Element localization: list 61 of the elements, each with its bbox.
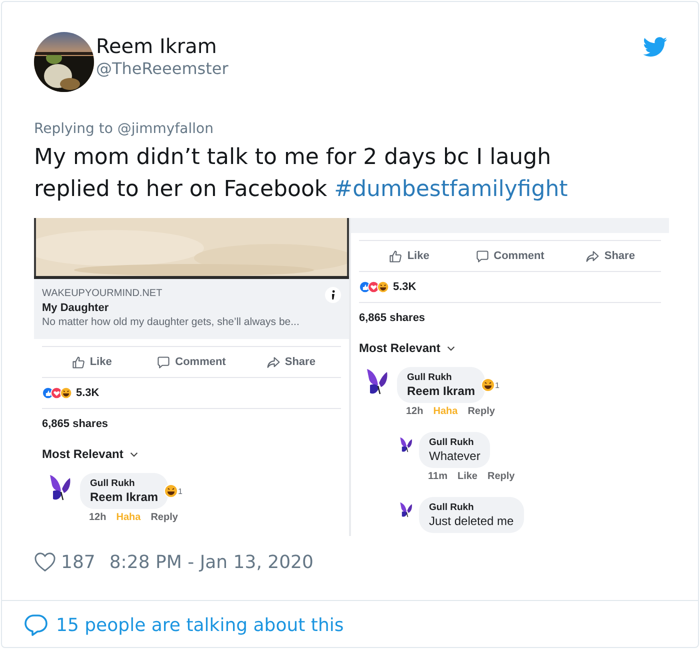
preview-domain: WAKEUPYOURMIND.NET [42, 287, 164, 301]
reaction-count: 5.3K [76, 387, 100, 399]
reply-link[interactable]: Reply [468, 406, 495, 417]
conversation-link[interactable]: 15 people are talking about this [56, 614, 344, 636]
sort-dropdown[interactable]: Most Relevant [359, 333, 456, 363]
comment-time: 12h [89, 512, 106, 523]
thumbs-up-icon [72, 356, 85, 368]
hashtag-link[interactable]: #dumbestfamilyfight [334, 177, 568, 202]
reply-link[interactable]: Reply [487, 471, 515, 482]
preview-title: My Daughter [42, 301, 110, 315]
comment-text: Just deleted me [429, 514, 514, 528]
laughing-emoji-icon [481, 378, 496, 392]
replying-to: Replying to @jimmyfallon [34, 120, 214, 138]
comment-reaction-count: 1 [495, 380, 500, 390]
action-button[interactable]: Comment [142, 347, 242, 377]
speech-bubble-icon [24, 614, 48, 636]
reaction-count: 5.3K [393, 281, 416, 293]
info-icon[interactable] [325, 287, 341, 303]
comment-time: 12h [406, 406, 424, 417]
link-preview[interactable]: WAKEUPYOURMIND.NET My Daughter No matter how old my daughter gets, she’ll always be... [34, 279, 349, 339]
share-arrow-icon [586, 250, 600, 262]
reply-link[interactable]: Reply [150, 512, 178, 523]
share-count[interactable]: 6,865 shares [359, 312, 426, 324]
author-name: Reem Ikram [96, 33, 218, 59]
sort-dropdown[interactable]: Most Relevant [42, 439, 138, 469]
speech-bubble-icon [476, 250, 489, 262]
comment-author[interactable]: Gull Rukh [407, 372, 476, 384]
reactions-icon [359, 281, 390, 293]
action-button[interactable]: Comment [460, 241, 560, 271]
share-count[interactable]: 6,865 shares [42, 418, 108, 430]
tweet-text: My mom didn’t talk to me for 2 days bc I laugh replied to her on Facebook #dumbestfamilyfight [34, 144, 569, 204]
heart-icon[interactable] [34, 552, 56, 572]
action-button[interactable]: Share [241, 347, 341, 377]
speech-bubble-icon [157, 356, 170, 368]
tweet-time: 8:28 PM - Jan 13, 2020 [109, 552, 314, 572]
laughing-emoji-icon [164, 484, 178, 498]
comment-time: 11m [428, 471, 448, 482]
butterfly-icon [399, 436, 413, 454]
comment-author[interactable]: Gull Rukh [90, 478, 158, 490]
action-button[interactable]: Share [560, 241, 661, 271]
like-link[interactable]: Like [457, 471, 478, 482]
butterfly-icon [48, 473, 72, 503]
comment-text: Reem Ikram [90, 490, 158, 504]
preview-description: No matter how old my daughter gets, she’ll always be... [42, 315, 300, 329]
like-count: 187 [61, 552, 96, 572]
chevron-down-icon [447, 346, 456, 350]
bird-icon [643, 37, 667, 57]
share-arrow-icon [266, 356, 280, 368]
butterfly-icon [365, 367, 389, 397]
comment-author[interactable]: Gull Rukh [429, 502, 514, 514]
thumbs-up-icon [389, 250, 402, 262]
comment-reaction-count: 1 [178, 486, 182, 496]
author-handle: @TheReeemster [96, 59, 228, 79]
action-button[interactable]: Like [359, 241, 460, 271]
butterfly-icon [399, 501, 413, 519]
comment-author[interactable]: Gull Rukh [429, 436, 480, 448]
chevron-down-icon [130, 452, 138, 456]
comment-text: Reem Ikram [407, 384, 476, 398]
comment-text: Whatever [429, 448, 480, 464]
reactions-icon [42, 387, 73, 399]
action-button[interactable]: Like [42, 347, 142, 377]
